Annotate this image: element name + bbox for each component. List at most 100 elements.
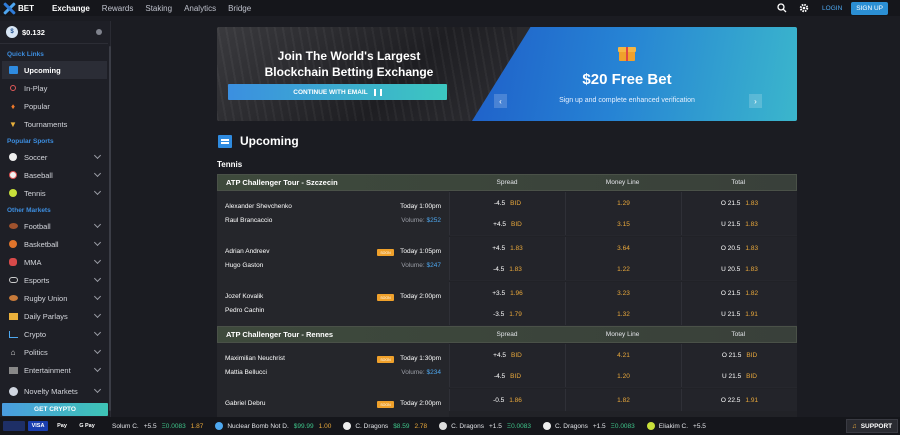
banner-prev-button[interactable]: ‹ [494,94,507,108]
ticker-item[interactable]: C. Dragons +1.5 Ξ0.0083 [439,422,531,430]
tennis-ball-icon [8,188,18,198]
match-row[interactable]: Gabriel Debru Today 2:00pm SOON -0.5 1.86 1.8… [217,388,797,417]
total-cell[interactable]: O 21.5 1.82 [681,282,797,304]
total-cell[interactable]: O 21.5 1.83 [681,192,797,214]
total-cell[interactable]: U 21.5 1.91 [681,303,797,325]
ticker-item[interactable]: C. Dragons $8.59 2.78 [343,422,427,430]
moneyline-cell[interactable]: 3.23 [565,282,681,304]
column-header: Total [731,179,746,186]
match-info[interactable]: Gabriel Debru Today 2:00pm SOON [217,388,449,417]
sidebar-item-basketball[interactable]: Basketball [2,235,107,253]
match-row[interactable]: Jozef Kovalik Pedro Cachin Today 2:00pm SOO… [217,281,797,326]
spread-cell[interactable]: +4.5 1.83 [449,237,565,259]
get-crypto-button[interactable]: GET CRYPTO [2,403,108,416]
sidebar-item-entertainment[interactable]: Entertainment [2,361,107,379]
nav-exchange[interactable]: Exchange [52,4,90,13]
moneyline-cell[interactable]: 1.82 [565,389,681,411]
total-cell[interactable]: O 21.5 BID [681,344,797,366]
banner-next-button[interactable]: › [749,94,762,108]
login-link[interactable]: LOGIN [822,5,842,12]
spread-cell[interactable]: +4.5 BID [449,213,565,235]
nav-rewards[interactable]: Rewards [102,4,134,13]
home-team: Alexander Shevchenko [225,203,292,210]
sidebar-item-esports[interactable]: Esports [2,271,107,289]
volume-label: Volume: [401,262,425,269]
balance-row[interactable]: $ $0.132 [0,21,108,44]
nav-analytics[interactable]: Analytics [184,4,216,13]
ticker-item[interactable]: Nuclear Bomb Not D. $99.99 1.00 [215,422,331,430]
match-row[interactable]: Adrian Andreev Hugo Gaston Today 1:05pm SOO… [217,236,797,281]
spread-cell[interactable]: -3.5 1.79 [449,303,565,325]
sidebar-item-crypto[interactable]: Crypto [2,325,107,343]
column-header: Spread [496,179,518,186]
moneyline-cell[interactable]: 3.64 [565,237,681,259]
spread-odds: 1.86 [509,396,522,404]
column-header: Money Line [605,331,640,338]
moneyline-cell[interactable]: 1.22 [565,258,681,280]
sidebar-item-politics[interactable]: ⌂ Politics [2,343,107,361]
signup-button[interactable]: SIGN UP [851,1,888,15]
sidebar-item-mma[interactable]: MMA [2,253,107,271]
match-row[interactable]: Alexander Shevchenko Raul Brancaccio Today… [217,191,797,236]
balance-value: $0.132 [22,27,45,37]
spread-cell[interactable]: -0.5 1.86 [449,389,565,411]
spread-odds: BID [511,351,522,359]
total-cell[interactable]: U 21.5 1.83 [681,213,797,235]
match-info[interactable]: Maximilian Neuchrist Mattia Bellucci Today… [217,343,449,388]
logo[interactable]: BET [0,2,52,15]
moneyline-cell[interactable]: 1.32 [565,303,681,325]
total-cell[interactable]: U 20.5 1.83 [681,258,797,280]
ticker-item[interactable]: Eliakim C. +5.5 [646,422,706,430]
tournament-title[interactable]: ATP Challenger Tour - Rennes [218,330,449,339]
sidebar-item-in-play[interactable]: In-Play [2,79,107,97]
sidebar-item-baseball[interactable]: Baseball [2,166,107,184]
footer-bar: VISA Pay G Pay Solum C. +5.5 Ξ0.0083 1.87 Nu… [0,417,900,435]
match-time: Today 1:00pm [400,203,441,210]
total-cell[interactable]: O 20.5 1.83 [681,237,797,259]
ticker-item[interactable]: Solum C. +5.5 Ξ0.0083 1.87 [112,423,203,430]
sidebar-item-upcoming[interactable]: Upcoming [2,61,107,79]
nav-bridge[interactable]: Bridge [228,4,251,13]
sidebar-item-soccer[interactable]: Soccer [2,148,107,166]
sidebar-item-football[interactable]: Football [2,217,107,235]
sidebar-item-tournaments[interactable]: ▼ Tournaments [2,115,107,133]
info-icon[interactable] [96,29,102,35]
moneyline-odds: 3.15 [617,220,630,228]
tournament-title[interactable]: ATP Challenger Tour - Szczecin [218,178,449,187]
spread-cell[interactable]: -4.5 BID [449,365,565,387]
spread-cell[interactable]: -4.5 BID [449,192,565,214]
support-button[interactable]: ♫ SUPPORT [846,419,898,433]
moneyline-cell[interactable]: 4.21 [565,344,681,366]
gear-icon[interactable] [797,1,811,15]
events-table: ATP Challenger Tour - Szczecin Spread Mone… [217,174,797,417]
sidebar-item-rugby-union[interactable]: Rugby Union [2,289,107,307]
sidebar-item-popular[interactable]: ♦ Popular [2,97,107,115]
sidebar-item-daily-parlays[interactable]: Daily Parlays [2,307,107,325]
cta-label: CONTINUE WITH EMAIL [293,88,368,96]
total-cell[interactable]: O 22.5 1.91 [681,389,797,411]
continue-with-email-button[interactable]: CONTINUE WITH EMAIL [228,84,447,100]
ticker-item[interactable]: C. Dragons +1.5 Ξ0.0083 [542,422,635,430]
moneyline-odds: 3.64 [617,244,630,252]
total-line: U 21.5 [721,220,741,228]
apple-pay-logo: Pay [57,423,67,429]
spread-cell[interactable]: +3.5 1.96 [449,282,565,304]
tournament-block: ATP Challenger Tour - Szczecin Spread Mone… [217,174,797,326]
total-cell[interactable]: U 21.5 BID [681,365,797,387]
sidebar-item-tennis[interactable]: Tennis [2,184,107,202]
match-info[interactable]: Adrian Andreev Hugo Gaston Today 1:05pm SOO… [217,236,449,281]
moneyline-cell[interactable]: 1.20 [565,365,681,387]
spread-cell[interactable]: +4.5 BID [449,344,565,366]
chevron-down-icon [93,328,102,337]
moneyline-cell[interactable]: 3.15 [565,213,681,235]
spread-cell[interactable]: -4.5 1.83 [449,258,565,280]
match-info[interactable]: Alexander Shevchenko Raul Brancaccio Today… [217,191,449,236]
nav-staking[interactable]: Staking [145,4,172,13]
broadcast-icon [8,83,18,93]
match-info[interactable]: Jozef Kovalik Pedro Cachin Today 2:00pm SOO… [217,281,449,326]
sidebar-item-novelty-markets[interactable]: Novelty Markets [2,382,107,400]
chevron-down-icon [93,310,102,319]
search-icon[interactable] [775,1,789,15]
moneyline-cell[interactable]: 1.29 [565,192,681,214]
match-row[interactable]: Maximilian Neuchrist Mattia Bellucci Today… [217,343,797,388]
